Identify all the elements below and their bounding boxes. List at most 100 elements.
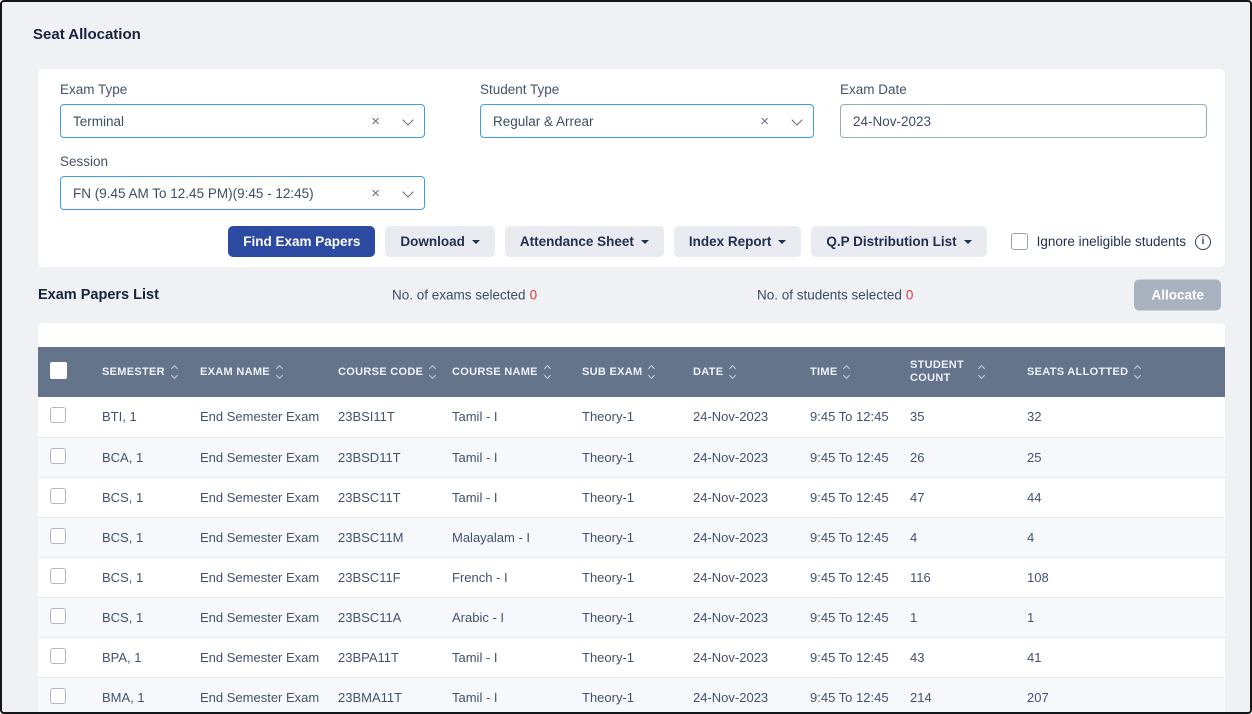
- row-checkbox[interactable]: [50, 608, 66, 624]
- clear-icon[interactable]: ×: [371, 114, 380, 129]
- cell-sub-exam: Theory-1: [582, 477, 693, 517]
- row-checkbox[interactable]: [50, 407, 66, 423]
- cell-exam-name: End Semester Exam: [200, 597, 338, 637]
- cell-sub-exam: Theory-1: [582, 517, 693, 557]
- column-header-sub-exam: SUB EXAM: [582, 366, 642, 379]
- cell-sub-exam: Theory-1: [582, 397, 693, 437]
- students-selected-counter: No. of students selected0: [757, 288, 913, 303]
- cell-date: 24-Nov-2023: [693, 597, 810, 637]
- section-title: Exam Papers List: [38, 287, 159, 303]
- cell-date: 24-Nov-2023: [693, 557, 810, 597]
- cell-date: 24-Nov-2023: [693, 517, 810, 557]
- cell-date: 24-Nov-2023: [693, 677, 810, 714]
- cell-semester: BTI, 1: [102, 397, 200, 437]
- clear-icon[interactable]: ×: [371, 186, 380, 201]
- exam-date-input[interactable]: 24-Nov-2023: [840, 104, 1207, 138]
- sort-icon[interactable]: [730, 366, 735, 378]
- session-value: FN (9.45 AM To 12.45 PM)(9:45 - 12:45): [73, 186, 371, 201]
- cell-sub-exam: Theory-1: [582, 637, 693, 677]
- exam-table-body: BTI, 1 End Semester Exam 23BSI11T Tamil …: [38, 397, 1225, 714]
- caret-down-icon: [778, 240, 786, 244]
- cell-student-count: 26: [910, 437, 1027, 477]
- exam-type-select[interactable]: Terminal ×: [60, 104, 425, 138]
- cell-semester: BCS, 1: [102, 557, 200, 597]
- column-header-seats-allotted: SEATS ALLOTTED: [1027, 366, 1128, 379]
- cell-course-name: Tamil - I: [452, 677, 582, 714]
- cell-seats-allotted: 108: [1027, 557, 1225, 597]
- session-select[interactable]: FN (9.45 AM To 12.45 PM)(9:45 - 12:45) ×: [60, 176, 425, 210]
- cell-student-count: 214: [910, 677, 1027, 714]
- cell-time: 9:45 To 12:45: [810, 477, 910, 517]
- qp-distribution-list-label: Q.P Distribution List: [826, 234, 956, 249]
- qp-distribution-list-button[interactable]: Q.P Distribution List: [811, 226, 986, 257]
- page-title: Seat Allocation: [2, 2, 1250, 43]
- cell-time: 9:45 To 12:45: [810, 517, 910, 557]
- chevron-down-icon[interactable]: [402, 186, 413, 197]
- cell-time: 9:45 To 12:45: [810, 637, 910, 677]
- caret-down-icon: [964, 240, 972, 244]
- cell-sub-exam: Theory-1: [582, 597, 693, 637]
- cell-course-name: Tamil - I: [452, 477, 582, 517]
- table-row: BTI, 1 End Semester Exam 23BSI11T Tamil …: [38, 397, 1225, 437]
- cell-course-name: Tamil - I: [452, 637, 582, 677]
- cell-course-code: 23BSC11A: [338, 597, 452, 637]
- row-checkbox[interactable]: [50, 688, 66, 704]
- cell-course-code: 23BSD11T: [338, 437, 452, 477]
- cell-course-name: Tamil - I: [452, 437, 582, 477]
- sort-icon[interactable]: [545, 366, 550, 378]
- info-icon[interactable]: i: [1195, 234, 1211, 250]
- allocate-button[interactable]: Allocate: [1134, 280, 1221, 311]
- column-header-time: TIME: [810, 366, 837, 379]
- cell-seats-allotted: 207: [1027, 677, 1225, 714]
- download-label: Download: [400, 234, 465, 249]
- download-button[interactable]: Download: [385, 226, 495, 257]
- cell-exam-name: End Semester Exam: [200, 437, 338, 477]
- cell-exam-name: End Semester Exam: [200, 637, 338, 677]
- chevron-down-icon[interactable]: [402, 114, 413, 125]
- row-checkbox[interactable]: [50, 528, 66, 544]
- chevron-down-icon[interactable]: [791, 114, 802, 125]
- exam-type-label: Exam Type: [60, 81, 425, 98]
- sort-icon[interactable]: [844, 366, 849, 378]
- index-report-label: Index Report: [689, 234, 772, 249]
- find-exam-papers-button[interactable]: Find Exam Papers: [228, 226, 375, 257]
- cell-student-count: 4: [910, 517, 1027, 557]
- cell-sub-exam: Theory-1: [582, 557, 693, 597]
- sort-icon[interactable]: [979, 366, 984, 378]
- caret-down-icon: [472, 240, 480, 244]
- find-exam-papers-label: Find Exam Papers: [243, 234, 360, 249]
- cell-seats-allotted: 32: [1027, 397, 1225, 437]
- column-header-date: DATE: [693, 366, 723, 379]
- cell-semester: BCS, 1: [102, 477, 200, 517]
- sort-icon[interactable]: [277, 366, 282, 378]
- cell-course-name: Arabic - I: [452, 597, 582, 637]
- cell-semester: BCS, 1: [102, 597, 200, 637]
- column-header-course-code: COURSE CODE: [338, 366, 423, 379]
- index-report-button[interactable]: Index Report: [674, 226, 802, 257]
- sort-icon[interactable]: [430, 366, 435, 378]
- cell-student-count: 116: [910, 557, 1027, 597]
- row-checkbox[interactable]: [50, 488, 66, 504]
- sort-icon[interactable]: [172, 366, 177, 378]
- select-all-checkbox[interactable]: [50, 362, 67, 379]
- row-checkbox[interactable]: [50, 448, 66, 464]
- sort-icon[interactable]: [649, 366, 654, 378]
- ignore-ineligible-checkbox[interactable]: [1011, 233, 1028, 250]
- exam-type-field: Exam Type Terminal ×: [60, 81, 425, 138]
- row-checkbox[interactable]: [50, 648, 66, 664]
- cell-sub-exam: Theory-1: [582, 677, 693, 714]
- row-checkbox[interactable]: [50, 568, 66, 584]
- attendance-sheet-button[interactable]: Attendance Sheet: [505, 226, 664, 257]
- cell-seats-allotted: 41: [1027, 637, 1225, 677]
- cell-exam-name: End Semester Exam: [200, 397, 338, 437]
- cell-course-name: Tamil - I: [452, 397, 582, 437]
- cell-exam-name: End Semester Exam: [200, 677, 338, 714]
- cell-time: 9:45 To 12:45: [810, 557, 910, 597]
- cell-semester: BPA, 1: [102, 637, 200, 677]
- cell-course-code: 23BMA11T: [338, 677, 452, 714]
- clear-icon[interactable]: ×: [760, 114, 769, 129]
- student-type-label: Student Type: [480, 81, 814, 98]
- sort-icon[interactable]: [1135, 366, 1140, 378]
- student-type-select[interactable]: Regular & Arrear ×: [480, 104, 814, 138]
- exam-papers-table-card: SEMESTER EXAM NAME COURSE CODE COURSE NA…: [38, 323, 1225, 714]
